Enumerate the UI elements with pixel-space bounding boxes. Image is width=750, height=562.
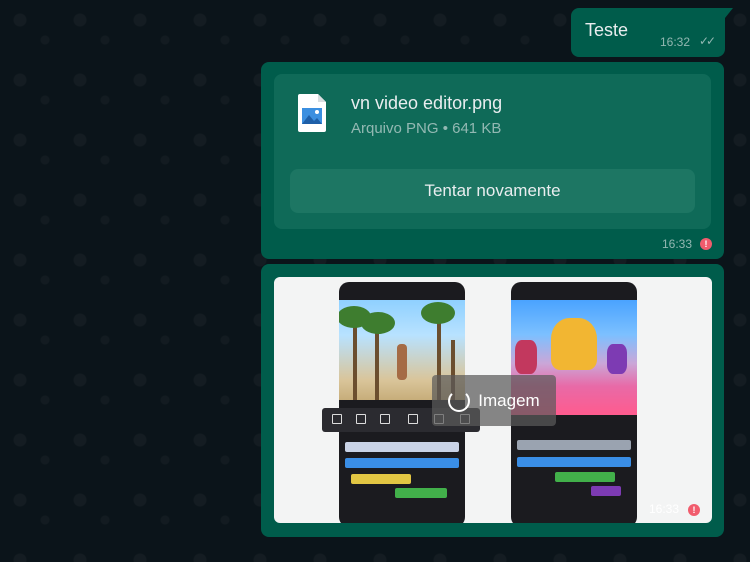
loading-spinner-icon — [448, 389, 471, 412]
file-info: Arquivo PNG • 641 KB — [351, 120, 502, 137]
double-check-icon: ✓✓ — [699, 34, 716, 48]
message-time: 16:33 — [662, 237, 693, 251]
message-body: Teste — [585, 20, 629, 40]
outgoing-file-message[interactable]: vn video editor.png Arquivo PNG • 641 KB… — [261, 62, 724, 259]
error-icon[interactable]: ! — [688, 504, 700, 516]
image-preview[interactable]: Imagem 16:33 ! — [274, 277, 712, 523]
loading-label: Imagem — [478, 390, 540, 410]
message-time: 16:33 — [649, 502, 680, 516]
file-name: vn video editor.png — [351, 93, 503, 113]
retry-button[interactable]: Tentar novamente — [290, 169, 695, 213]
image-loading-indicator[interactable]: Imagem — [432, 375, 556, 426]
outgoing-image-message[interactable]: Imagem 16:33 ! — [261, 264, 724, 537]
outgoing-text-message[interactable]: Teste 16:32 ✓✓ — [571, 8, 733, 57]
message-time: 16:32 — [660, 35, 691, 49]
file-attachment-card[interactable]: vn video editor.png Arquivo PNG • 641 KB… — [274, 74, 711, 229]
image-file-icon — [298, 94, 326, 132]
error-icon[interactable]: ! — [700, 238, 712, 250]
